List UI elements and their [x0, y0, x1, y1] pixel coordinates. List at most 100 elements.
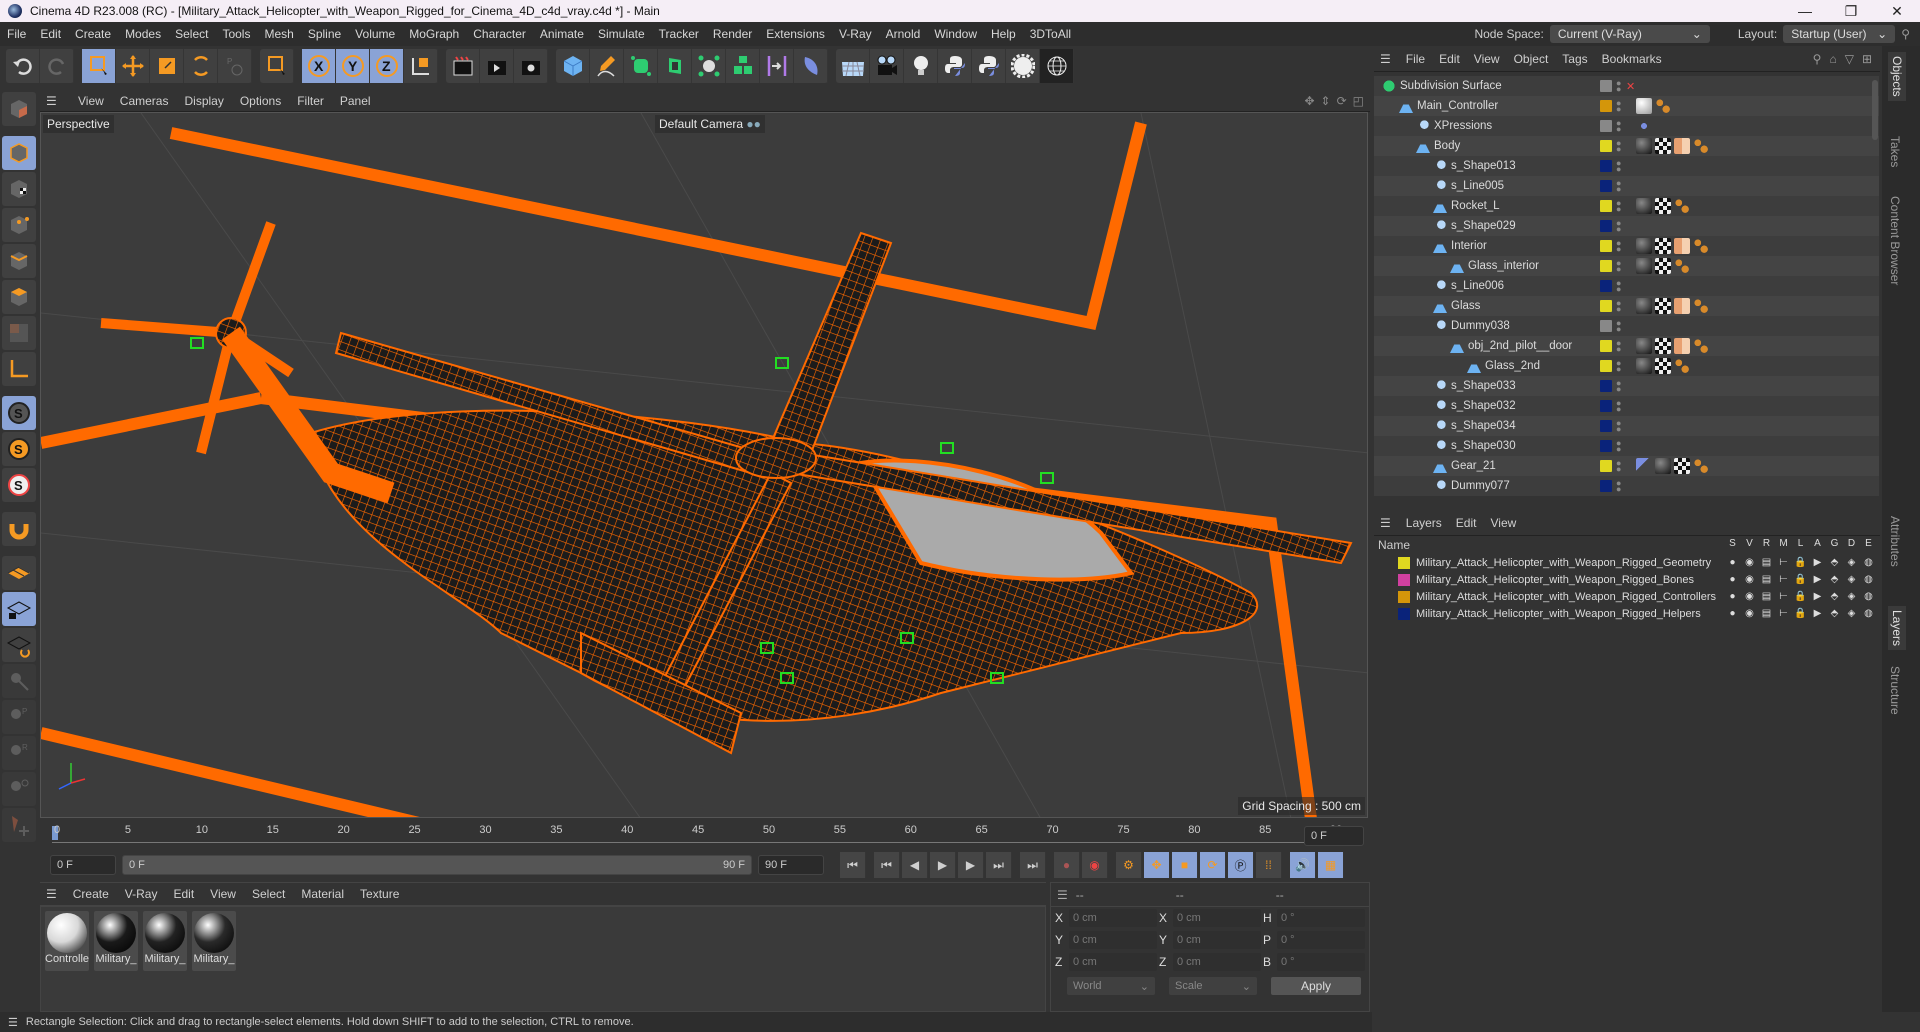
- object-row[interactable]: Subdivision Surface ● ● ✕: [1374, 76, 1879, 96]
- mat-black-tag-icon[interactable]: [1636, 298, 1652, 314]
- visibility-toggle[interactable]: ● ●: [1616, 139, 1622, 154]
- go-to-start-button[interactable]: ⏮: [840, 852, 866, 878]
- snap-workplane-button[interactable]: S: [2, 468, 36, 502]
- rotate-button[interactable]: [184, 49, 218, 83]
- layer-color-swatch[interactable]: [1600, 380, 1612, 392]
- object-list[interactable]: Subdivision Surface ● ● ✕ Main_Controller ● …: [1374, 76, 1879, 496]
- autokey-button[interactable]: ◉: [1082, 852, 1108, 878]
- home-icon[interactable]: ⌂: [1829, 52, 1836, 66]
- object-row[interactable]: obj_2nd_pilot__door ● ●: [1374, 336, 1879, 356]
- size-z-field[interactable]: 0 cm: [1173, 953, 1261, 971]
- visibility-toggle[interactable]: ● ●: [1616, 259, 1622, 274]
- mat-black-tag-icon[interactable]: [1636, 358, 1652, 374]
- menu-arnold[interactable]: Arnold: [879, 27, 928, 41]
- layer-color-swatch[interactable]: [1600, 80, 1612, 92]
- key-pla-button[interactable]: ⁞⁞: [1256, 852, 1282, 878]
- layer-color-swatch[interactable]: [1600, 160, 1612, 172]
- layer-color-swatch[interactable]: [1600, 420, 1612, 432]
- menu-create[interactable]: Create: [68, 27, 118, 41]
- check-tag-icon[interactable]: [1655, 138, 1671, 154]
- enabled-toggle-icon[interactable]: ✕: [1626, 80, 1635, 93]
- xpresso-tag-icon[interactable]: [1636, 118, 1652, 134]
- node-space-dropdown[interactable]: Current (V-Ray) ⌄: [1549, 25, 1710, 43]
- key-scale-button[interactable]: ■: [1172, 852, 1198, 878]
- tab-structure[interactable]: Structure: [1888, 666, 1902, 715]
- object-menu-file[interactable]: File: [1399, 52, 1432, 66]
- record-button[interactable]: ●: [1054, 852, 1080, 878]
- dots-tag-icon[interactable]: [1693, 138, 1709, 154]
- layer-flag-a-toggle[interactable]: ▶: [1811, 608, 1824, 619]
- edges-mode-button[interactable]: [2, 244, 36, 278]
- workplane-button[interactable]: [2, 556, 36, 590]
- object-row[interactable]: Interior ● ●: [1374, 236, 1879, 256]
- material-swatch[interactable]: Military_: [94, 911, 138, 971]
- mat-black-tag-icon[interactable]: [1636, 258, 1652, 274]
- layer-color-swatch[interactable]: [1600, 100, 1612, 112]
- layer-color-swatch[interactable]: [1600, 140, 1612, 152]
- visibility-toggle[interactable]: ● ●: [1616, 79, 1622, 94]
- layer-flag-e-toggle[interactable]: ◍: [1862, 608, 1875, 619]
- rotate-view-icon[interactable]: ⟳: [1337, 94, 1347, 108]
- layer-color-swatch[interactable]: [1398, 573, 1410, 586]
- snap-settings-button[interactable]: S: [2, 432, 36, 466]
- object-row[interactable]: s_Shape032 ● ●: [1374, 396, 1879, 416]
- cloner-button[interactable]: [692, 49, 726, 83]
- mat-white-tag-icon[interactable]: [1636, 98, 1652, 114]
- hamburger-menu-icon[interactable]: ☰: [1057, 888, 1068, 902]
- uv-tag-icon[interactable]: [1674, 138, 1690, 154]
- menu-select[interactable]: Select: [168, 27, 215, 41]
- material-swatch[interactable]: Controlle: [45, 911, 89, 971]
- layer-flag-l-toggle[interactable]: 🔒: [1794, 574, 1807, 585]
- layer-flag-e-toggle[interactable]: ◍: [1862, 591, 1875, 602]
- pin-target-button[interactable]: [2, 772, 36, 806]
- redo-button[interactable]: [40, 49, 74, 83]
- object-row[interactable]: s_Shape034 ● ●: [1374, 416, 1879, 436]
- dots-tag-icon[interactable]: [1693, 458, 1709, 474]
- layer-color-swatch[interactable]: [1600, 460, 1612, 472]
- uv-tag-icon[interactable]: [1674, 238, 1690, 254]
- visibility-toggle[interactable]: ● ●: [1616, 359, 1622, 374]
- visibility-toggle[interactable]: ● ●: [1616, 279, 1622, 294]
- magnet-button[interactable]: [2, 512, 36, 546]
- uv-tag-icon[interactable]: [1674, 298, 1690, 314]
- layer-color-swatch[interactable]: [1600, 240, 1612, 252]
- object-row[interactable]: XPressions ● ●: [1374, 116, 1879, 136]
- menu-character[interactable]: Character: [466, 27, 533, 41]
- object-row[interactable]: s_Shape033 ● ●: [1374, 376, 1879, 396]
- visibility-toggle[interactable]: ● ●: [1616, 419, 1622, 434]
- layer-menu-layers[interactable]: Layers: [1399, 516, 1449, 530]
- layer-flag-r-toggle[interactable]: ▤: [1760, 574, 1773, 585]
- position-z-field[interactable]: 0 cm: [1069, 953, 1157, 971]
- frame-range-slider[interactable]: 0 F 90 F: [122, 855, 752, 875]
- layer-flag-s-toggle[interactable]: ●: [1726, 608, 1739, 619]
- dots-tag-icon[interactable]: [1674, 358, 1690, 374]
- layer-flag-d-toggle[interactable]: ◈: [1845, 574, 1858, 585]
- layer-flag-s-toggle[interactable]: ●: [1726, 591, 1739, 602]
- object-row[interactable]: Body ● ●: [1374, 136, 1879, 156]
- material-menu-create[interactable]: Create: [65, 887, 117, 901]
- search-icon[interactable]: ⚲: [1901, 27, 1910, 41]
- layer-menu-edit[interactable]: Edit: [1449, 516, 1484, 530]
- visibility-toggle[interactable]: ● ●: [1616, 159, 1622, 174]
- menu-file[interactable]: File: [0, 27, 33, 41]
- object-row[interactable]: s_Line005 ● ●: [1374, 176, 1879, 196]
- material-menu-select[interactable]: Select: [244, 887, 293, 901]
- layer-color-swatch[interactable]: [1600, 440, 1612, 452]
- menu-edit[interactable]: Edit: [33, 27, 68, 41]
- python-generator-button[interactable]: [972, 49, 1006, 83]
- points-mode-button[interactable]: [2, 208, 36, 242]
- minimize-button[interactable]: —: [1782, 3, 1828, 20]
- symmetry-button[interactable]: [760, 49, 794, 83]
- object-list-scrollbar[interactable]: [1872, 80, 1878, 140]
- coordinate-system-button[interactable]: [404, 49, 438, 83]
- viewport-menu-view[interactable]: View: [70, 94, 112, 108]
- layer-flag-s-toggle[interactable]: ●: [1726, 557, 1739, 568]
- object-row[interactable]: Glass_interior ● ●: [1374, 256, 1879, 276]
- scale-button[interactable]: [150, 49, 184, 83]
- pen-button[interactable]: [590, 49, 624, 83]
- tab-takes[interactable]: Takes: [1888, 136, 1902, 167]
- layer-flag-r-toggle[interactable]: ▤: [1760, 608, 1773, 619]
- mat-black-tag-icon[interactable]: [1636, 138, 1652, 154]
- hamburger-menu-icon[interactable]: ☰: [46, 887, 57, 901]
- object-row[interactable]: s_Shape013 ● ●: [1374, 156, 1879, 176]
